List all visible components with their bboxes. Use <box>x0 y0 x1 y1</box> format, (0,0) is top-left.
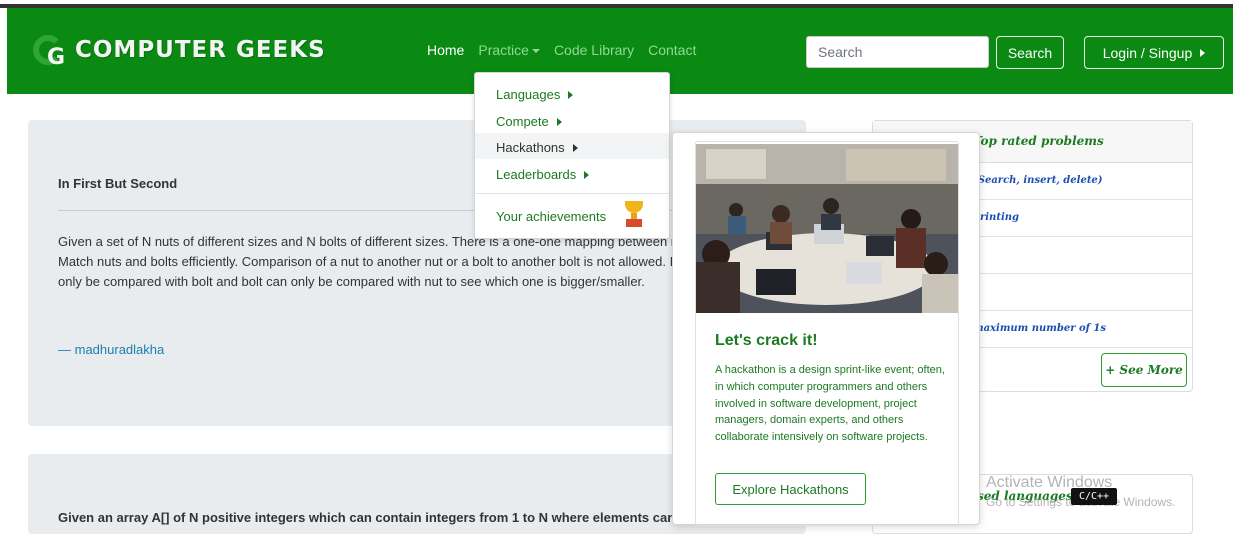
logo-letter: G <box>47 45 66 70</box>
brand-name: COMPUTER GEEKS <box>75 37 326 63</box>
search-button[interactable]: Search <box>996 36 1064 69</box>
see-more-button[interactable]: + See More <box>1101 353 1187 387</box>
menu-item-label: Leaderboards <box>496 167 577 182</box>
nav-practice[interactable]: Practice <box>478 42 540 58</box>
menu-item-label: Compete <box>496 114 549 129</box>
caret-down-icon <box>531 49 540 54</box>
search-input[interactable] <box>806 36 989 68</box>
hackathons-submenu: Let's crack it! A hackathon is a design … <box>672 132 980 526</box>
login-label: Login / Singup <box>1102 44 1193 61</box>
caret-right-icon <box>584 171 590 179</box>
nav-links: Home Practice Code Library Contact <box>427 42 696 58</box>
trophy-icon <box>623 201 645 229</box>
caret-right-icon <box>556 118 562 126</box>
divider <box>475 193 669 194</box>
nav-practice-label: Practice <box>478 42 529 58</box>
menu-item-label: Your achievements <box>496 209 607 224</box>
logo-icon: G <box>31 33 66 70</box>
practice-dropdown: Languages Compete Hackathons Leaderboard… <box>474 72 670 239</box>
caret-right-icon <box>568 91 574 99</box>
menu-item-compete[interactable]: Compete <box>475 107 669 133</box>
hackathon-description: A hackathon is a design sprint-like even… <box>715 364 945 444</box>
caret-right-icon <box>1200 48 1206 57</box>
menu-item-languages[interactable]: Languages <box>475 80 669 106</box>
problem-author[interactable]: — madhuradlakha <box>58 342 164 357</box>
problem-description: Given a set of N nuts of different sizes… <box>58 234 766 289</box>
divider <box>58 210 778 211</box>
caret-right-icon <box>572 144 578 152</box>
hackathon-title: Let's crack it! <box>715 332 818 349</box>
menu-item-label: Hackathons <box>496 140 565 155</box>
menu-item-label: Languages <box>496 87 561 102</box>
nav-home[interactable]: Home <box>427 42 464 58</box>
language-tooltip: C/C++ <box>1071 488 1117 505</box>
menu-item-hackathons[interactable]: Hackathons <box>475 133 669 159</box>
nav-contact[interactable]: Contact <box>648 42 696 58</box>
explore-hackathons-button[interactable]: Explore Hackathons <box>715 473 866 505</box>
hackathon-card: Let's crack it! A hackathon is a design … <box>695 141 959 526</box>
login-button[interactable]: Login / Singup <box>1084 36 1224 69</box>
hackathon-photo-illustration <box>696 144 958 313</box>
nav-code-library[interactable]: Code Library <box>554 42 634 58</box>
hackathon-photo <box>696 144 958 313</box>
menu-item-leaderboards[interactable]: Leaderboards <box>475 160 669 186</box>
problem-title: In First But Second <box>58 176 178 191</box>
brand-logo[interactable]: G COMPUTER GEEKS <box>31 30 326 70</box>
